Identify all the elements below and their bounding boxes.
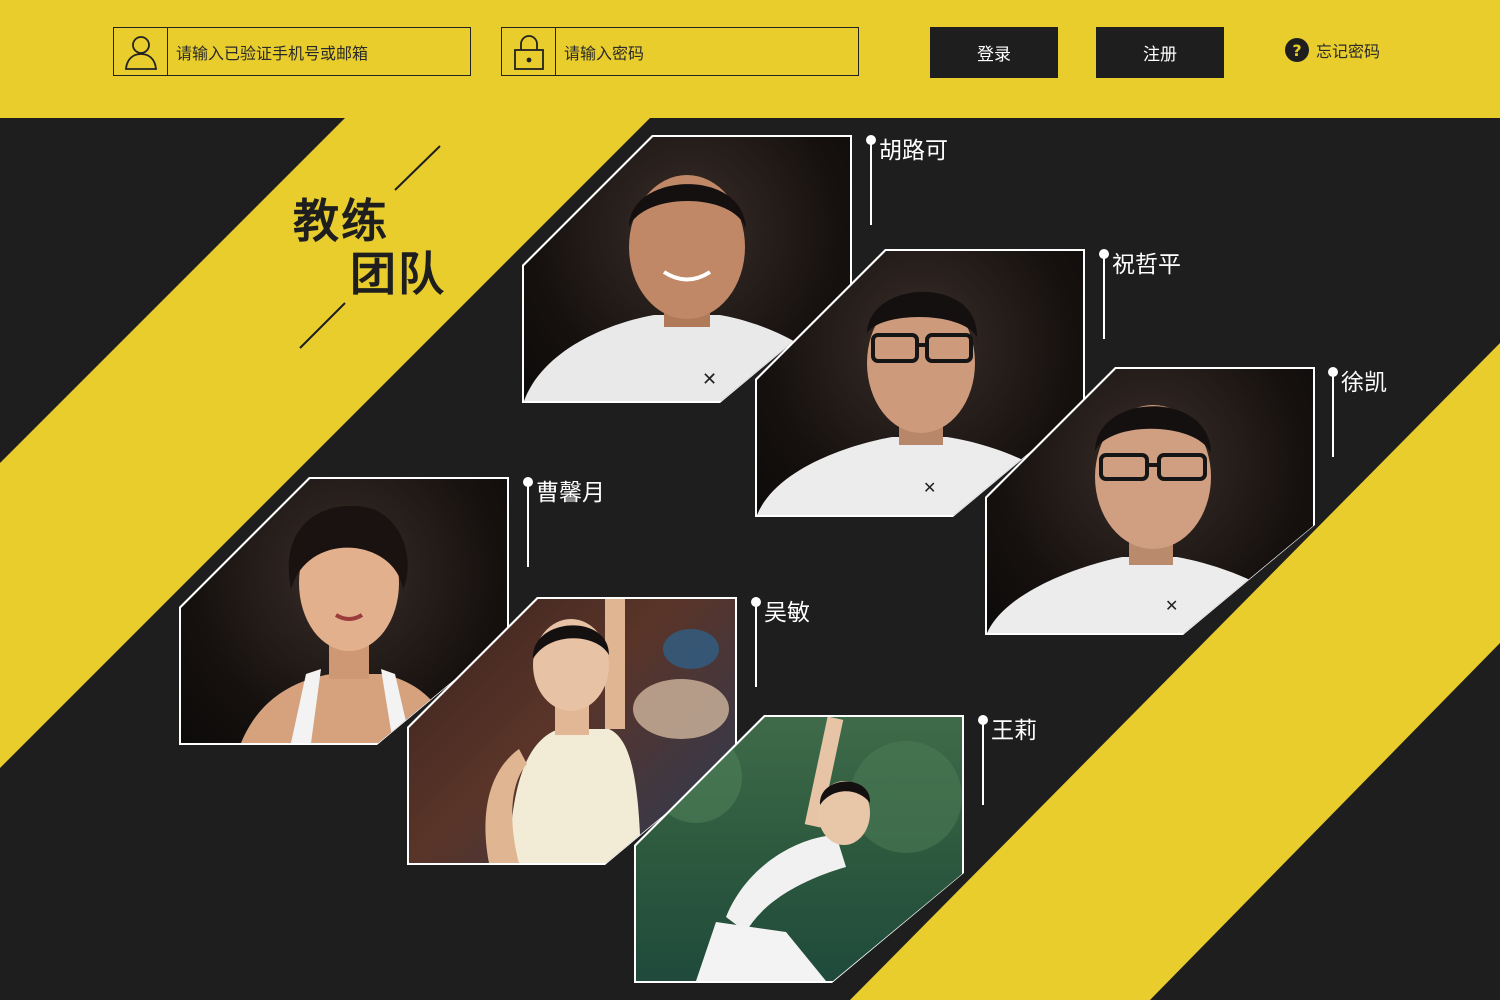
coach-name: 王莉 [991, 718, 1037, 744]
coach-name: 吴敏 [764, 600, 810, 626]
section-title-line1: 教练 [293, 194, 389, 248]
forgot-password-label: 忘记密码 [1316, 42, 1381, 61]
forgot-password-link[interactable]: ? 忘记密码 [1285, 38, 1380, 62]
password-input-placeholder: 请输入密码 [564, 43, 645, 63]
coach-name: 祝哲平 [1112, 252, 1181, 278]
svg-text:✕: ✕ [923, 478, 936, 497]
user-icon [114, 28, 168, 75]
coach-name: 胡路可 [879, 138, 948, 164]
lock-icon [502, 28, 556, 75]
login-button[interactable]: 登录 [930, 27, 1058, 78]
coach-name: 徐凯 [1341, 370, 1387, 396]
svg-text:✕: ✕ [1165, 596, 1178, 615]
section-title-line2: 团队 [350, 247, 446, 301]
account-input-placeholder: 请输入已验证手机号或邮箱 [176, 43, 369, 63]
account-input[interactable]: 请输入已验证手机号或邮箱 [113, 27, 471, 76]
svg-text:✕: ✕ [702, 369, 717, 390]
question-icon: ? [1285, 38, 1309, 62]
name-pin-icon [1099, 249, 1109, 339]
name-pin-icon [866, 135, 876, 225]
name-pin-icon [523, 477, 533, 567]
coach-name: 曹馨月 [536, 480, 605, 506]
name-pin-icon [978, 715, 988, 805]
name-pin-icon [751, 597, 761, 687]
password-input[interactable]: 请输入密码 [501, 27, 859, 76]
top-login-bar: 请输入已验证手机号或邮箱 请输入密码 登录 注册 ? 忘记密码 [0, 0, 1500, 118]
register-button[interactable]: 注册 [1096, 27, 1224, 78]
name-pin-icon [1328, 367, 1338, 457]
coach-team-section: 教练 团队 ✕ 胡路可 ✕ 祝哲平 ✕ 徐凯 曹馨月 吴敏 王莉 [0, 118, 1500, 1000]
